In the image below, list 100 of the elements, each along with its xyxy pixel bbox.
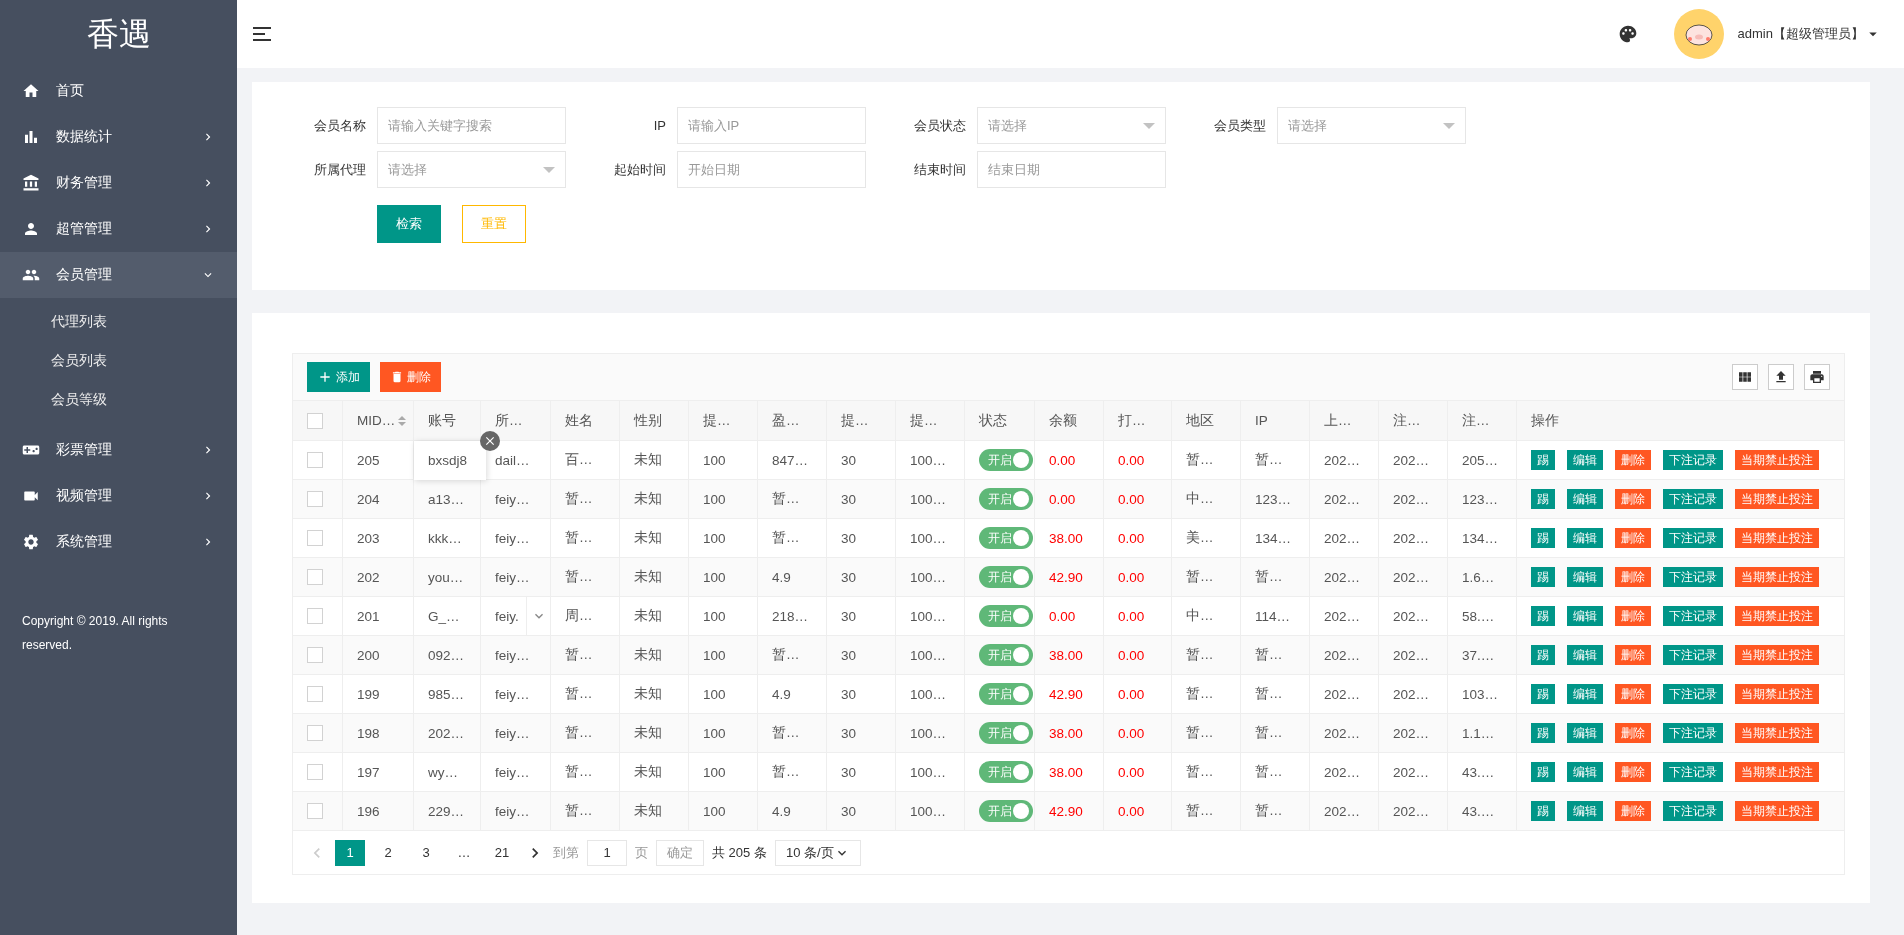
- checkbox[interactable]: [307, 725, 323, 742]
- page-button[interactable]: 21: [487, 839, 517, 866]
- action-button[interactable]: 踢: [1531, 489, 1555, 509]
- action-button[interactable]: 编辑: [1567, 801, 1603, 821]
- action-button[interactable]: 删除: [1615, 723, 1651, 743]
- page-button[interactable]: …: [449, 839, 479, 866]
- status-switch[interactable]: 开启: [979, 644, 1033, 666]
- action-button[interactable]: 下注记录: [1663, 723, 1723, 743]
- action-button[interactable]: 当期禁止投注: [1735, 723, 1819, 743]
- menu-icon[interactable]: [253, 27, 271, 41]
- search-button[interactable]: 检索: [377, 205, 441, 243]
- action-button[interactable]: 编辑: [1567, 762, 1603, 782]
- status-switch[interactable]: 开启: [979, 800, 1033, 822]
- action-button[interactable]: 当期禁止投注: [1735, 528, 1819, 548]
- select-field[interactable]: 请选择: [1277, 107, 1466, 144]
- action-button[interactable]: 当期禁止投注: [1735, 489, 1819, 509]
- status-switch[interactable]: 开启: [979, 449, 1033, 471]
- action-button[interactable]: 编辑: [1567, 450, 1603, 470]
- action-button[interactable]: 下注记录: [1663, 801, 1723, 821]
- action-button[interactable]: 删除: [1615, 684, 1651, 704]
- action-button[interactable]: 删除: [1615, 762, 1651, 782]
- delete-button[interactable]: 删除: [380, 362, 441, 392]
- nav-subitem[interactable]: 代理列表: [0, 302, 237, 341]
- action-button[interactable]: 踢: [1531, 762, 1555, 782]
- action-button[interactable]: 编辑: [1567, 528, 1603, 548]
- status-switch[interactable]: 开启: [979, 605, 1033, 627]
- action-button[interactable]: 编辑: [1567, 723, 1603, 743]
- print-icon[interactable]: [1804, 364, 1830, 390]
- action-button[interactable]: 编辑: [1567, 645, 1603, 665]
- checkbox[interactable]: [307, 412, 323, 429]
- action-button[interactable]: 编辑: [1567, 684, 1603, 704]
- action-button[interactable]: 踢: [1531, 645, 1555, 665]
- action-button[interactable]: 下注记录: [1663, 645, 1723, 665]
- action-button[interactable]: 当期禁止投注: [1735, 645, 1819, 665]
- palette-icon[interactable]: [1617, 24, 1638, 44]
- checkbox[interactable]: [307, 686, 323, 703]
- action-button[interactable]: 编辑: [1567, 606, 1603, 626]
- action-button[interactable]: 当期禁止投注: [1735, 684, 1819, 704]
- nav-item[interactable]: 会员管理: [0, 252, 237, 298]
- checkbox[interactable]: [307, 803, 323, 820]
- action-button[interactable]: 删除: [1615, 528, 1651, 548]
- action-button[interactable]: 当期禁止投注: [1735, 567, 1819, 587]
- nav-item[interactable]: 财务管理: [0, 160, 237, 206]
- page-button[interactable]: 1: [335, 839, 365, 866]
- action-button[interactable]: 踢: [1531, 528, 1555, 548]
- action-button[interactable]: 踢: [1531, 723, 1555, 743]
- checkbox[interactable]: [307, 608, 323, 625]
- action-button[interactable]: 下注记录: [1663, 684, 1723, 704]
- export-icon[interactable]: [1768, 364, 1794, 390]
- status-switch[interactable]: 开启: [979, 488, 1033, 510]
- checkbox[interactable]: [307, 647, 323, 664]
- nav-item[interactable]: 彩票管理: [0, 427, 237, 473]
- action-button[interactable]: 下注记录: [1663, 528, 1723, 548]
- action-button[interactable]: 当期禁止投注: [1735, 606, 1819, 626]
- checkbox[interactable]: [307, 491, 323, 508]
- confirm-button[interactable]: 确定: [656, 839, 704, 866]
- action-button[interactable]: 踢: [1531, 450, 1555, 470]
- action-button[interactable]: 下注记录: [1663, 489, 1723, 509]
- add-button[interactable]: 添加: [307, 362, 370, 392]
- sort-icon[interactable]: [397, 415, 408, 428]
- checkbox[interactable]: [307, 452, 323, 469]
- action-button[interactable]: 当期禁止投注: [1735, 801, 1819, 821]
- nav-item[interactable]: 超管管理: [0, 206, 237, 252]
- action-button[interactable]: 踢: [1531, 684, 1555, 704]
- checkbox[interactable]: [307, 530, 323, 547]
- checkbox[interactable]: [307, 764, 323, 781]
- status-switch[interactable]: 开启: [979, 722, 1033, 744]
- columns-icon[interactable]: [1732, 364, 1758, 390]
- close-icon[interactable]: [480, 431, 500, 451]
- status-switch[interactable]: 开启: [979, 683, 1033, 705]
- page-input[interactable]: 1: [587, 839, 627, 866]
- input-field[interactable]: 请输入IP: [677, 107, 866, 144]
- nav-item[interactable]: 数据统计: [0, 114, 237, 160]
- action-button[interactable]: 下注记录: [1663, 450, 1723, 470]
- page-button[interactable]: 3: [411, 839, 441, 866]
- input-field[interactable]: 请输入关键字搜索: [377, 107, 566, 144]
- avatar[interactable]: [1673, 9, 1724, 59]
- status-switch[interactable]: 开启: [979, 566, 1033, 588]
- action-button[interactable]: 删除: [1615, 489, 1651, 509]
- nav-subitem[interactable]: 会员列表: [0, 341, 237, 380]
- nav-subitem[interactable]: 会员等级: [0, 380, 237, 419]
- action-button[interactable]: 当期禁止投注: [1735, 450, 1819, 470]
- action-button[interactable]: 删除: [1615, 450, 1651, 470]
- input-field[interactable]: 开始日期: [677, 151, 866, 188]
- nav-item[interactable]: 视频管理: [0, 473, 237, 519]
- action-button[interactable]: 踢: [1531, 567, 1555, 587]
- action-button[interactable]: 删除: [1615, 801, 1651, 821]
- status-switch[interactable]: 开启: [979, 527, 1033, 549]
- page-size-select[interactable]: 10 条/页: [774, 839, 861, 866]
- select-field[interactable]: 请选择: [977, 107, 1166, 144]
- action-button[interactable]: 编辑: [1567, 567, 1603, 587]
- nav-item[interactable]: 系统管理: [0, 519, 237, 565]
- action-button[interactable]: 踢: [1531, 801, 1555, 821]
- action-button[interactable]: 删除: [1615, 606, 1651, 626]
- nav-item[interactable]: 首页: [0, 68, 237, 114]
- page-button[interactable]: 2: [373, 839, 403, 866]
- user-name[interactable]: admin【超级管理员】: [1737, 25, 1864, 43]
- action-button[interactable]: 下注记录: [1663, 606, 1723, 626]
- select-field[interactable]: 请选择: [377, 151, 566, 188]
- checkbox[interactable]: [307, 569, 323, 586]
